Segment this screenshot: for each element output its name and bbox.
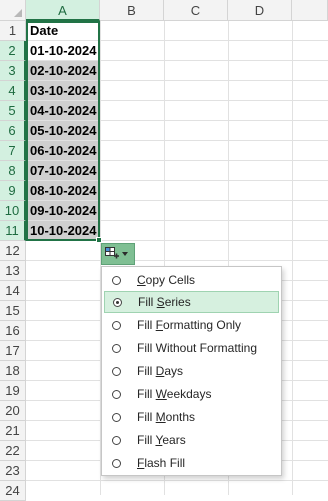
row-header-4[interactable]: 4 bbox=[0, 81, 26, 101]
spreadsheet-grid[interactable]: A B C D 1 2 3 4 5 6 7 8 9 10 11 12 13 14… bbox=[0, 0, 328, 501]
menu-item-label: Fill Formatting Only bbox=[137, 318, 242, 332]
menu-item-label: Copy Cells bbox=[137, 273, 196, 287]
menu-item-fill-series[interactable]: Fill Series bbox=[104, 291, 279, 313]
row-header-3[interactable]: 3 bbox=[0, 61, 26, 81]
gridline bbox=[26, 260, 328, 261]
cell-a11[interactable]: 10-10-2024 bbox=[27, 221, 99, 240]
menu-item-label: Fill Without Formatting bbox=[137, 341, 258, 355]
radio-button[interactable] bbox=[112, 458, 121, 468]
menu-item-label: Fill Days bbox=[137, 364, 184, 378]
gridline bbox=[26, 240, 328, 241]
cell-a3[interactable]: 02-10-2024 bbox=[27, 61, 99, 80]
row-header-14[interactable]: 14 bbox=[0, 281, 26, 301]
menu-item-label: Fill Weekdays bbox=[137, 387, 212, 401]
menu-item-fill-days[interactable]: Fill Days bbox=[104, 360, 279, 382]
radio-button[interactable] bbox=[112, 320, 121, 330]
radio-button[interactable] bbox=[113, 297, 122, 307]
row-header-13[interactable]: 13 bbox=[0, 261, 26, 281]
menu-item-label: Fill Series bbox=[138, 295, 191, 309]
radio-button[interactable] bbox=[112, 412, 121, 422]
row-header-6[interactable]: 6 bbox=[0, 121, 26, 141]
row-header-18[interactable]: 18 bbox=[0, 361, 26, 381]
row-header-15[interactable]: 15 bbox=[0, 301, 26, 321]
row-header-7[interactable]: 7 bbox=[0, 141, 26, 161]
radio-button[interactable] bbox=[112, 275, 121, 285]
menu-item-fill-formatting-only[interactable]: Fill Formatting Only bbox=[104, 314, 279, 336]
row-header-21[interactable]: 21 bbox=[0, 421, 26, 441]
row-header-22[interactable]: 22 bbox=[0, 441, 26, 461]
cell-a9[interactable]: 08-10-2024 bbox=[27, 181, 99, 200]
row-header-17[interactable]: 17 bbox=[0, 341, 26, 361]
select-all-triangle-icon bbox=[14, 9, 22, 17]
select-all-corner[interactable] bbox=[0, 0, 26, 21]
menu-item-fill-without-formatting[interactable]: Fill Without Formatting bbox=[104, 337, 279, 359]
column-header-b[interactable]: B bbox=[100, 0, 164, 21]
auto-fill-options-button[interactable] bbox=[101, 243, 135, 265]
cell-a4[interactable]: 03-10-2024 bbox=[27, 81, 99, 100]
cell-a5[interactable]: 04-10-2024 bbox=[27, 101, 99, 120]
chevron-down-icon bbox=[122, 252, 128, 256]
radio-button[interactable] bbox=[112, 389, 121, 399]
autofill-options-icon bbox=[105, 247, 119, 259]
row-header-12[interactable]: 12 bbox=[0, 241, 26, 261]
row-header-19[interactable]: 19 bbox=[0, 381, 26, 401]
radio-button[interactable] bbox=[112, 435, 121, 445]
row-header-10[interactable]: 10 bbox=[0, 201, 26, 221]
menu-item-flash-fill[interactable]: Flash Fill bbox=[104, 452, 279, 474]
gridline bbox=[292, 21, 293, 495]
column-header-d[interactable]: D bbox=[228, 0, 292, 21]
radio-button[interactable] bbox=[112, 343, 121, 353]
menu-item-label: Fill Years bbox=[137, 433, 186, 447]
column-header-c[interactable]: C bbox=[164, 0, 228, 21]
cell-a8[interactable]: 07-10-2024 bbox=[27, 161, 99, 180]
radio-button[interactable] bbox=[112, 366, 121, 376]
cell-a2[interactable]: 01-10-2024 bbox=[27, 41, 99, 60]
cell-a6[interactable]: 05-10-2024 bbox=[27, 121, 99, 140]
cell-a7[interactable]: 06-10-2024 bbox=[27, 141, 99, 160]
gridline bbox=[26, 480, 328, 481]
menu-item-fill-years[interactable]: Fill Years bbox=[104, 429, 279, 451]
row-header-16[interactable]: 16 bbox=[0, 321, 26, 341]
column-header-a[interactable]: A bbox=[26, 0, 100, 21]
row-header-9[interactable]: 9 bbox=[0, 181, 26, 201]
cell-a10[interactable]: 09-10-2024 bbox=[27, 201, 99, 220]
row-header-2[interactable]: 2 bbox=[0, 41, 26, 61]
menu-item-fill-months[interactable]: Fill Months bbox=[104, 406, 279, 428]
row-header-8[interactable]: 8 bbox=[0, 161, 26, 181]
row-header-24[interactable]: 24 bbox=[0, 481, 26, 501]
row-header-11[interactable]: 11 bbox=[0, 221, 26, 241]
column-header-e[interactable] bbox=[292, 0, 328, 21]
menu-item-label: Flash Fill bbox=[137, 456, 186, 470]
cell-a1[interactable]: Date bbox=[27, 21, 99, 40]
row-header-23[interactable]: 23 bbox=[0, 461, 26, 481]
row-header-5[interactable]: 5 bbox=[0, 101, 26, 121]
row-header-1[interactable]: 1 bbox=[0, 21, 26, 41]
row-header-20[interactable]: 20 bbox=[0, 401, 26, 421]
menu-item-label: Fill Months bbox=[137, 410, 196, 424]
menu-item-fill-weekdays[interactable]: Fill Weekdays bbox=[104, 383, 279, 405]
auto-fill-options-menu: Copy Cells Fill Series Fill Formatting O… bbox=[101, 266, 282, 476]
menu-item-copy-cells[interactable]: Copy Cells bbox=[104, 269, 279, 291]
